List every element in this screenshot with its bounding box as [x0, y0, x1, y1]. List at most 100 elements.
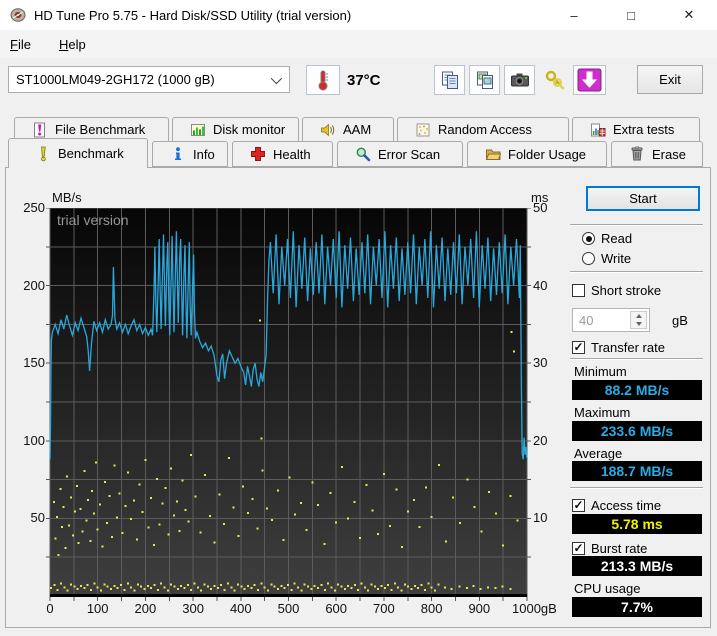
- axis-tick-label: 200: [12, 278, 45, 293]
- stepper-down-icon[interactable]: [631, 320, 646, 328]
- copy-image-icon: [475, 70, 495, 90]
- benchmark-exclamation-icon: [35, 146, 51, 162]
- burst-rate-checkbox[interactable]: Burst rate: [572, 541, 647, 556]
- tab-label: Error Scan: [378, 147, 440, 162]
- axis-tick-label: 400: [221, 601, 261, 616]
- short-stroke-size-stepper[interactable]: 40: [572, 308, 650, 332]
- extra-tests-icon: [590, 122, 606, 138]
- axis-tick-label: 600: [316, 601, 356, 616]
- write-radio-label: Write: [601, 251, 631, 266]
- save-download-icon: [577, 68, 602, 92]
- axis-tick-label: 700: [364, 601, 404, 616]
- trial-watermark: trial version: [57, 212, 129, 228]
- tab-health[interactable]: Health: [232, 141, 333, 167]
- file-benchmark-icon: [32, 122, 48, 138]
- window-title: HD Tune Pro 5.75 - Hard Disk/SSD Utility…: [34, 8, 351, 23]
- menu-file[interactable]: File: [0, 33, 41, 56]
- chevron-down-icon: [271, 73, 282, 84]
- burst-rate-value: 213.3 MB/s: [572, 556, 702, 576]
- tab-info[interactable]: Info: [152, 141, 228, 167]
- cpu-usage-label: CPU usage: [574, 581, 640, 596]
- tab-aam[interactable]: AAM: [302, 117, 394, 141]
- access-time-checkbox[interactable]: Access time: [572, 498, 661, 513]
- folder-usage-icon: [485, 146, 501, 162]
- axis-tick-label: 50: [12, 510, 45, 525]
- tab-benchmark[interactable]: Benchmark: [8, 138, 148, 168]
- exit-button[interactable]: Exit: [637, 65, 703, 94]
- transfer-rate-label: Transfer rate: [591, 340, 665, 355]
- minimum-label: Minimum: [574, 364, 627, 379]
- short-stroke-size-value: 40: [579, 313, 593, 328]
- tab-label: Erase: [652, 147, 686, 162]
- tab-label: Random Access: [438, 122, 532, 137]
- write-radio[interactable]: Write: [582, 251, 631, 266]
- tab-erase[interactable]: Erase: [611, 141, 703, 167]
- stepper-up-icon[interactable]: [631, 312, 646, 320]
- separator: [570, 358, 703, 360]
- maximize-button[interactable]: □: [608, 0, 654, 30]
- axis-tick-label: 10: [533, 510, 547, 525]
- hd-tune-window: HD Tune Pro 5.75 - Hard Disk/SSD Utility…: [0, 0, 717, 636]
- drive-select-value: ST1000LM049-2GH172 (1000 gB): [16, 72, 215, 87]
- random-access-icon: [415, 122, 431, 138]
- burst-rate-label: Burst rate: [591, 541, 647, 556]
- benchmark-chart: [46, 208, 531, 602]
- stepper-buttons[interactable]: [630, 311, 647, 329]
- tab-extra-tests[interactable]: Extra tests: [572, 117, 700, 141]
- menu-bar: File Help: [0, 30, 717, 58]
- tab-random-access[interactable]: Random Access: [397, 117, 569, 141]
- temperature-button[interactable]: [306, 65, 340, 95]
- drive-select[interactable]: ST1000LM049-2GH172 (1000 gB): [8, 66, 290, 93]
- axis-tick-label: 100: [12, 433, 45, 448]
- start-button[interactable]: Start: [586, 186, 700, 211]
- cpu-usage-value: 7.7%: [572, 597, 702, 617]
- axis-tick-label: 1000gB: [512, 601, 557, 616]
- screenshot-button[interactable]: [504, 65, 535, 95]
- save-results-button[interactable]: [573, 65, 606, 95]
- tab-folder-usage[interactable]: Folder Usage: [467, 141, 607, 167]
- transfer-rate-checkbox[interactable]: Transfer rate: [572, 340, 665, 355]
- registration-button[interactable]: [539, 65, 570, 95]
- checkbox-checked-icon: [572, 341, 585, 354]
- copy-image-button[interactable]: [469, 65, 500, 95]
- tab-label: Extra tests: [613, 122, 674, 137]
- axis-tick-label: 500: [269, 601, 309, 616]
- axis-tick-label: 900: [459, 601, 499, 616]
- title-bar: HD Tune Pro 5.75 - Hard Disk/SSD Utility…: [0, 0, 717, 30]
- axis-tick-label: 300: [173, 601, 213, 616]
- radio-selected-icon: [582, 232, 595, 245]
- info-icon: [170, 146, 186, 162]
- tab-label: AAM: [343, 122, 371, 137]
- average-value: 188.7 MB/s: [572, 461, 702, 481]
- axis-tick-label: 800: [412, 601, 452, 616]
- axis-tick-label: 30: [533, 355, 547, 370]
- axis-tick-label: 250: [12, 200, 45, 215]
- tab-label: Folder Usage: [508, 147, 586, 162]
- screenshot-camera-icon: [510, 70, 530, 90]
- tab-label: Benchmark: [58, 146, 124, 161]
- thermometer-icon: [314, 69, 332, 91]
- axis-tick-label: 20: [533, 433, 547, 448]
- read-radio-label: Read: [601, 231, 632, 246]
- read-radio[interactable]: Read: [582, 231, 632, 246]
- short-stroke-checkbox[interactable]: Short stroke: [572, 283, 661, 298]
- short-stroke-unit-label: gB: [672, 313, 688, 328]
- copy-text-button[interactable]: [434, 65, 465, 95]
- checkbox-checked-icon: [572, 542, 585, 555]
- checkbox-checked-icon: [572, 499, 585, 512]
- separator: [570, 271, 703, 273]
- radio-unselected-icon: [582, 252, 595, 265]
- minimize-button[interactable]: –: [551, 0, 597, 30]
- close-button[interactable]: ✕: [666, 0, 712, 30]
- y-left-axis-label: MB/s: [52, 190, 82, 205]
- tab-error-scan[interactable]: Error Scan: [337, 141, 463, 167]
- menu-help[interactable]: Help: [49, 33, 96, 56]
- axis-tick-label: 0: [30, 601, 70, 616]
- access-time-label: Access time: [591, 498, 661, 513]
- copy-text-icon: [440, 70, 460, 90]
- axis-tick-label: 100: [78, 601, 118, 616]
- tab-disk-monitor[interactable]: Disk monitor: [172, 117, 299, 141]
- separator: [570, 487, 703, 489]
- maximum-value: 233.6 MB/s: [572, 421, 702, 441]
- separator: [570, 224, 703, 226]
